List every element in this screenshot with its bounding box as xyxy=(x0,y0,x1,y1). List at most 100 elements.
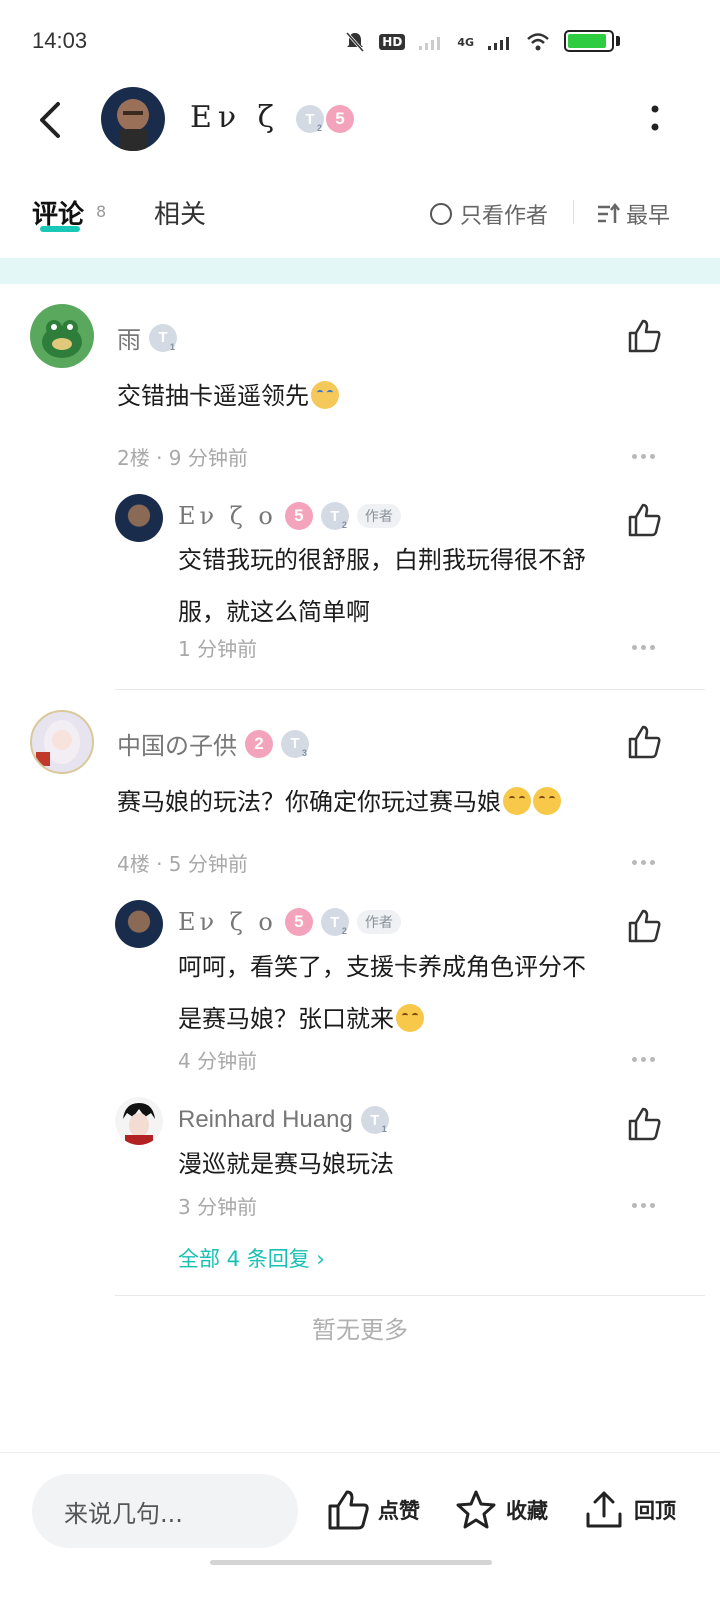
author-tag: 作者 xyxy=(356,504,401,528)
only-author-toggle[interactable]: 只看作者 xyxy=(430,198,548,230)
favorite-button[interactable]: 收藏 xyxy=(454,1488,548,1532)
back-to-top-button[interactable]: 回顶 xyxy=(582,1488,676,1532)
upload-arrow-icon xyxy=(586,1491,622,1528)
smiling-emoji-icon xyxy=(396,1004,424,1032)
reply-user-name[interactable]: Εν ζ ο 5 T2 作者 xyxy=(178,908,401,936)
more-options-icon[interactable] xyxy=(650,104,660,134)
reply-text: 交错我玩的很舒服，白荆我玩得很不舒 服，就这么简单啊 xyxy=(178,534,586,638)
badge-sub: 1 xyxy=(169,341,175,352)
more-dots-icon[interactable] xyxy=(632,454,658,460)
comment-user-name[interactable]: 中国の子供 2 T3 xyxy=(117,726,309,761)
comment-meta: 2楼 · 9 分钟前 xyxy=(117,446,248,470)
like-icon[interactable] xyxy=(626,318,662,354)
badge-sub: 3 xyxy=(301,747,307,758)
user-name-text: 中国の子供 xyxy=(117,732,237,760)
active-tab-indicator xyxy=(40,226,80,232)
t-badge: T1 xyxy=(360,1106,389,1134)
reply-user-name[interactable]: Reinhard Huang T1 xyxy=(178,1106,389,1134)
comment-input[interactable]: 来说几句... xyxy=(32,1474,298,1548)
filter-divider xyxy=(573,200,574,224)
favorite-label: 收藏 xyxy=(506,1499,548,1523)
reply-text-line: 服，就这么简单啊 xyxy=(178,598,370,626)
reply-meta: 3 分钟前 xyxy=(178,1195,258,1219)
author-level-badge: 5 xyxy=(326,105,354,133)
badge-sub: 1 xyxy=(381,1124,387,1134)
comment-user-name[interactable]: 雨 T1 xyxy=(117,320,177,355)
only-author-label: 只看作者 xyxy=(460,204,549,229)
sort-label: 最早 xyxy=(626,204,671,229)
author-avatar[interactable] xyxy=(101,87,165,151)
hd-icon: HD xyxy=(379,34,406,50)
level-badge: 5 xyxy=(284,908,313,936)
avatar[interactable] xyxy=(115,900,163,948)
like-icon[interactable] xyxy=(626,1106,662,1142)
comment-meta: 4楼 · 5 分钟前 xyxy=(117,852,248,876)
reply-text: 呵呵，看笑了，支援卡养成角色评分不 是赛马娘？张口就来 xyxy=(178,941,586,1045)
avatar[interactable] xyxy=(30,710,94,774)
avatar[interactable] xyxy=(115,494,163,542)
avatar[interactable] xyxy=(30,304,94,368)
view-all-replies-link[interactable]: 全部 4 条回复 › xyxy=(178,1243,325,1273)
crying-emoji-icon xyxy=(311,381,339,409)
like-icon[interactable] xyxy=(626,908,662,944)
user-name-text: Εν ζ ο xyxy=(178,908,277,936)
status-time: 14:03 xyxy=(32,28,88,53)
comment-text-content: 赛马娘的玩法？你确定你玩过赛马娘 xyxy=(117,788,501,816)
t-badge: T3 xyxy=(281,729,309,758)
star-icon xyxy=(456,1490,496,1529)
like-button[interactable]: 点赞 xyxy=(326,1488,420,1532)
wifi-icon xyxy=(527,33,549,51)
badge-text: T xyxy=(370,1111,380,1129)
more-dots-icon[interactable] xyxy=(632,645,658,651)
like-icon[interactable] xyxy=(626,502,662,538)
no-more-text: 暂无更多 xyxy=(312,1316,408,1344)
status-bar: 14:03 HD 4G xyxy=(0,0,720,80)
badge-text: T xyxy=(158,329,168,346)
comment-text: 赛马娘的玩法？你确定你玩过赛马娘 xyxy=(117,776,561,828)
reply-text-line: 呵呵，看笑了，支援卡养成角色评分不 xyxy=(178,953,586,981)
tab-related[interactable]: 相关 xyxy=(154,194,206,231)
avatar[interactable] xyxy=(115,1097,163,1145)
home-indicator[interactable] xyxy=(210,1560,492,1565)
avatar-image xyxy=(42,320,82,358)
avatar-image xyxy=(36,720,80,766)
avatar-image xyxy=(123,1103,155,1145)
mute-bell-icon xyxy=(346,32,365,52)
comment-tabs: 评论 8 相关 只看作者 最早 xyxy=(0,182,720,242)
reply-text-line: 漫巡就是赛马娘玩法 xyxy=(178,1150,394,1178)
level-badge: 5 xyxy=(284,502,313,530)
t-badge: T2 xyxy=(320,502,349,530)
user-name-text: Εν ζ ο xyxy=(178,502,277,530)
back-arrow-icon[interactable] xyxy=(34,100,70,140)
thumbs-up-icon xyxy=(328,1490,369,1530)
comment-text-content: 交错抽卡遥遥领先 xyxy=(117,382,309,410)
like-icon[interactable] xyxy=(626,724,662,760)
section-separator xyxy=(0,258,720,284)
more-dots-icon[interactable] xyxy=(632,1203,658,1209)
reply-user-name[interactable]: Εν ζ ο 5 T2 作者 xyxy=(178,502,401,530)
comment-divider xyxy=(115,689,705,690)
signal-icon xyxy=(488,37,509,50)
reply-text-line: 是赛马娘？张口就来 xyxy=(178,993,586,1045)
header: Εν ζ ο T2 5 xyxy=(0,80,720,160)
badge-sub: 2 xyxy=(341,520,347,530)
author-avatar-image xyxy=(117,99,149,151)
level-badge: 2 xyxy=(245,729,273,758)
user-name-text: Reinhard Huang xyxy=(178,1106,353,1133)
battery-level xyxy=(568,34,606,48)
sort-button[interactable]: 最早 xyxy=(596,198,670,230)
badge-text: T xyxy=(330,913,340,931)
more-dots-icon[interactable] xyxy=(632,860,658,866)
t-badge: T2 xyxy=(320,908,349,936)
badge-text: T xyxy=(290,735,300,752)
reply-meta: 1 分钟前 xyxy=(178,637,258,661)
more-dots-icon[interactable] xyxy=(632,1057,658,1063)
reply-text-line: 交错我玩的很舒服，白荆我玩得很不舒 xyxy=(178,546,586,574)
badge-text: T xyxy=(305,110,315,128)
user-name-text: 雨 xyxy=(117,326,141,354)
signal-weak-icon xyxy=(419,37,441,50)
laughing-emoji-icon xyxy=(533,787,561,815)
badge-text: T xyxy=(330,507,340,525)
comment-divider xyxy=(115,1295,705,1296)
top-label: 回顶 xyxy=(634,1499,676,1523)
